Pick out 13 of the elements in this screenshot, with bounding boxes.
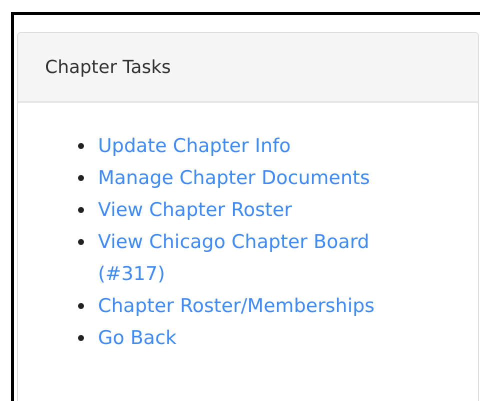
task-link[interactable]: Go Back	[98, 322, 177, 354]
bullet-icon	[78, 303, 84, 309]
bullet-icon	[78, 239, 84, 245]
bullet-icon	[78, 143, 84, 149]
task-link[interactable]: Update Chapter Info	[98, 130, 291, 162]
bullet-icon	[78, 207, 84, 213]
bullet-icon	[78, 335, 84, 341]
bullet-icon	[78, 175, 84, 181]
task-link[interactable]: View Chicago Chapter Board (#317)	[98, 226, 428, 290]
task-link[interactable]: Manage Chapter Documents	[98, 162, 370, 194]
task-link[interactable]: Chapter Roster/Memberships	[98, 290, 375, 322]
panel-title: Chapter Tasks	[45, 56, 171, 78]
task-link[interactable]: View Chapter Roster	[98, 194, 292, 226]
